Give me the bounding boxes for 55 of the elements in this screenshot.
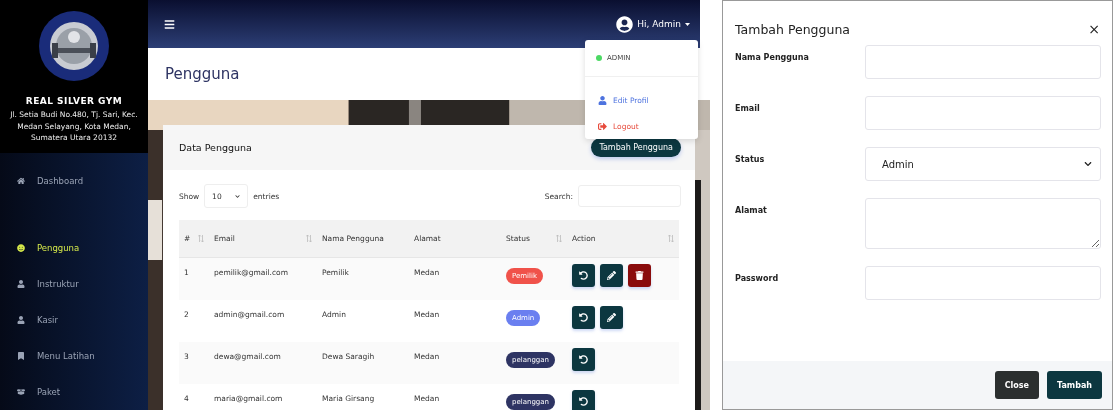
field-label: Alamat [735,205,768,215]
card-title: Data Pengguna [179,142,252,153]
sidebar-item[interactable]: Kasir [0,302,148,338]
undo-icon [579,397,588,406]
sidebar-item[interactable]: Dashboard [0,163,148,199]
chevron-icon [235,193,241,199]
close-button[interactable]: × [1088,21,1100,37]
undo-icon [579,313,588,322]
menu-icon[interactable] [164,18,175,30]
edit-button[interactable] [600,306,623,329]
avatar-icon[interactable] [616,15,634,33]
pencil-icon [607,313,616,322]
undo-icon [579,271,588,280]
brand-name: REAL SILVER GYM [25,96,123,106]
caret-icon [685,22,690,26]
sidebar-item[interactable]: Menu Latihan [0,338,148,374]
trash-icon [635,271,644,280]
address-field[interactable] [865,198,1101,249]
field-label: Nama Pengguna [735,52,810,62]
reset-button[interactable] [572,348,595,371]
sort-icon [198,235,204,242]
status-select[interactable]: Admin [865,147,1101,181]
field-label: Email [735,103,761,113]
user-icon [17,316,25,324]
status-dot [596,55,602,61]
sidebar-item[interactable]: Pengguna [0,230,148,266]
field-label: Password [735,273,780,283]
input-field[interactable] [865,45,1101,79]
gym-logo [38,10,110,82]
pencil-icon [607,271,616,280]
chevron-icon [1084,160,1092,168]
sidebar-item[interactable]: Instruktur [0,266,148,302]
user-greeting[interactable]: Hi, Admin [637,19,681,29]
undo-icon [579,355,588,364]
field-label: Status [735,154,766,164]
password-field[interactable] [865,266,1101,300]
bookmark-icon [17,352,25,360]
sidebar-item[interactable]: Paket [0,374,148,410]
close-button[interactable]: Close [994,371,1039,399]
input-field[interactable] [865,96,1101,130]
smiley-icon [17,244,25,252]
modal-title: Tambah Pengguna [735,21,850,37]
reset-button[interactable] [572,390,595,410]
page-title: Pengguna [165,65,240,83]
box-icon [17,388,25,396]
sort-icon [556,235,562,242]
delete-button[interactable] [628,264,651,287]
reset-button[interactable] [572,264,595,287]
sort-icon [306,235,312,242]
sort-icon [668,235,674,242]
edit-button[interactable] [600,264,623,287]
user-icon [17,280,25,288]
home-icon [17,177,25,185]
reset-button[interactable] [572,306,595,329]
submit-button[interactable]: Tambah [1047,371,1102,399]
